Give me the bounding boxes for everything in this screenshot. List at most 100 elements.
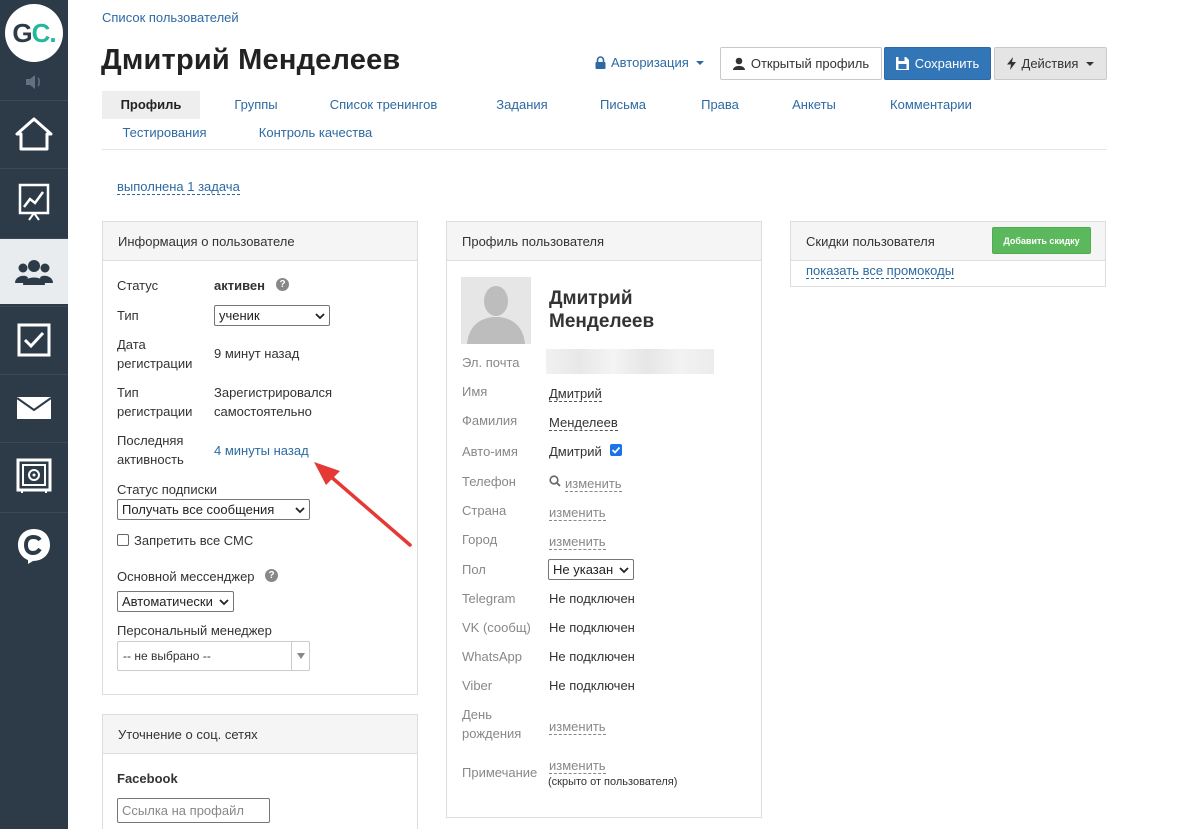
last-activity-label-2: активность [117,452,184,467]
facebook-input[interactable]: Ссылка на профайл [117,798,270,823]
reg-type-label-2: регистрации [117,404,193,419]
sms-label: Запретить все СМС [134,533,254,548]
tab-forms[interactable]: Анкеты [782,91,846,119]
messenger-select[interactable]: Автоматически [117,591,234,612]
city-edit-link[interactable]: изменить [549,534,606,550]
type-select[interactable]: ученик [214,305,330,326]
help-icon[interactable]: ? [276,278,289,291]
add-discount-button[interactable]: Добавить скидку [992,227,1091,254]
caret-icon [1086,61,1095,66]
tabs: Профиль Группы Список тренингов Задания … [102,91,1107,150]
gender-label: Пол [462,562,486,577]
note-edit-link[interactable]: изменить [549,758,606,774]
profile-name-first: Дмитрий [549,288,633,309]
logo-mark: G C. [5,4,63,62]
breadcrumb[interactable]: Список пользователей [102,10,239,25]
mail-icon[interactable] [0,374,68,440]
facebook-label: Facebook [117,771,178,786]
whatsapp-value: Не подключен [549,649,635,664]
tab-profile[interactable]: Профиль [102,91,200,119]
first-name-label: Имя [462,384,488,399]
open-profile-button[interactable]: Открытый профиль [720,47,882,80]
checkmark-icon [611,446,621,454]
user-info-title: Информация о пользователе [103,222,417,261]
sms-checkbox[interactable] [117,534,129,546]
reg-type-value-1: Зарегистрировался [214,385,333,400]
gender-select-value: Не указан [553,562,614,577]
help-icon[interactable]: ? [265,569,278,582]
whatsapp-label: WhatsApp [462,649,522,664]
viber-label: Viber [462,678,493,693]
viber-value: Не подключен [549,678,635,693]
profile-title: Профиль пользователя [447,222,761,261]
auto-name-value: Дмитрий [549,444,602,459]
country-edit-link[interactable]: изменить [549,505,606,521]
tab-tasks[interactable]: Задания [487,91,557,119]
subscription-select[interactable]: Получать все сообщения [117,499,310,520]
users-icon[interactable] [0,238,68,304]
save-button[interactable]: Сохранить [884,47,991,80]
avatar[interactable] [461,277,531,344]
birthday-label-1: День [462,707,492,722]
speaker-icon[interactable] [0,66,68,98]
safe-icon[interactable] [0,442,68,508]
country-label: Страна [462,503,507,518]
social-title: Уточнение о соц. сетях [103,715,417,754]
logo[interactable]: G C. [0,0,68,66]
status-value: активен [214,278,265,293]
tab-rights[interactable]: Права [690,91,750,119]
manager-select[interactable]: -- не выбрано -- [117,641,310,671]
phone-edit-link[interactable]: изменить [565,476,622,492]
reg-date-label-1: Дата [117,337,146,352]
tab-letters[interactable]: Письма [592,91,654,119]
last-name-value[interactable]: Менделеев [549,415,618,431]
messenger-select-value: Автоматически [122,594,213,609]
floppy-icon [895,57,909,70]
reg-date-value: 9 минут назад [214,346,300,361]
first-name-value[interactable]: Дмитрий [549,386,602,402]
home-icon[interactable] [0,100,68,166]
tab-groups[interactable]: Группы [222,91,290,119]
subscription-label: Статус подписки [117,482,218,497]
lock-icon [595,56,606,69]
checkbox-icon[interactable] [0,306,68,372]
birthday-edit-link[interactable]: изменить [549,719,606,735]
chart-board-icon[interactable] [0,168,68,234]
auto-name-checkbox[interactable] [610,444,622,456]
note-hint: (скрыто от пользователя) [548,776,678,788]
manager-label: Персональный менеджер [117,623,272,638]
tab-tests[interactable]: Тестирования [117,119,212,147]
type-select-value: ученик [219,308,260,323]
actions-dropdown-button[interactable]: Действия [994,47,1107,80]
search-icon [549,475,561,487]
save-label: Сохранить [914,56,980,71]
reg-date-label-2: регистрации [117,356,193,371]
chevron-down-icon [619,566,629,573]
city-label: Город [462,532,498,547]
email-value-blurred[interactable] [546,349,714,374]
reg-type-value-2: самостоятельно [214,404,312,419]
gender-select[interactable]: Не указан [548,559,634,580]
phone-label: Телефон [462,474,516,489]
completed-tasks-link[interactable]: выполнена 1 задача [117,179,240,195]
actions-label: Действия [1021,56,1079,71]
tab-trainings[interactable]: Список тренингов [321,91,446,119]
chevron-down-icon [291,642,309,670]
tab-quality-control[interactable]: Контроль качества [254,119,377,147]
auth-dropdown[interactable]: Авторизация [595,55,704,70]
vk-value: Не подключен [549,620,635,635]
chevron-down-icon [219,598,229,605]
auth-label: Авторизация [611,55,689,70]
chat-c-icon[interactable] [0,512,68,578]
annotation-arrow [314,462,412,547]
tab-comments[interactable]: Комментарии [882,91,980,119]
birthday-label-2: рождения [462,726,522,741]
status-label: Статус [117,278,159,293]
manager-select-value: -- не выбрано -- [123,649,211,663]
chevron-down-icon [315,312,325,319]
page-title: Дмитрий Менделеев [101,44,401,76]
vk-label: VK (сообщ) [462,620,531,635]
show-promocodes-link[interactable]: показать все промокоды [806,263,955,279]
last-activity-value[interactable]: 4 минуты назад [214,441,309,460]
sidebar: G C. [0,0,68,829]
